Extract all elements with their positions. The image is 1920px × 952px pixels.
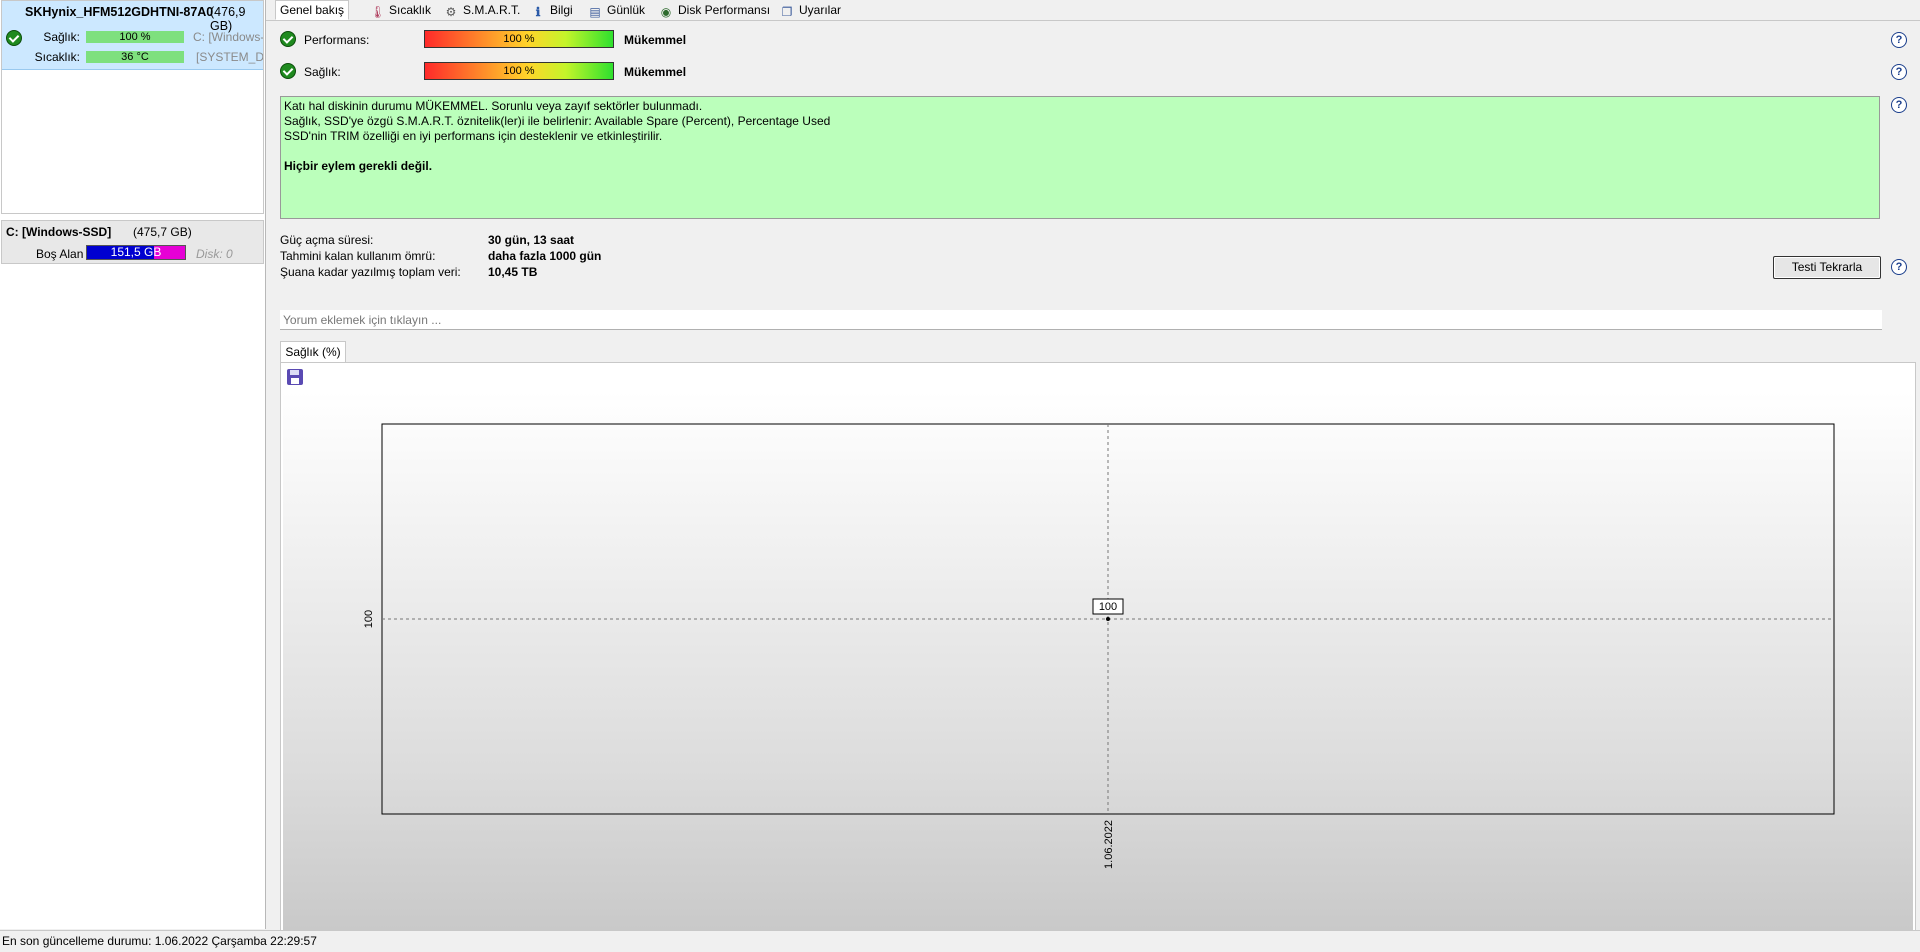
message-line: SSD'nin TRIM özelliği en iyi performans … [284, 129, 663, 143]
tab-temperature[interactable]: 🌡 Sıcaklık [366, 0, 435, 20]
health-ok-icon [280, 63, 296, 79]
retest-button[interactable]: Testi Tekrarla [1773, 256, 1881, 279]
message-line: Katı hal diskinin durumu MÜKEMMEL. Sorun… [284, 99, 703, 113]
health-bar: 100 % [424, 62, 614, 80]
ok-check-icon [6, 30, 22, 46]
partition-name: C: [Windows-SSD] [6, 225, 112, 239]
free-space-value: 151,5 GB [110, 245, 162, 259]
power-on-value: 30 gün, 13 saat [488, 233, 575, 247]
tab-overview[interactable]: Genel bakış [275, 0, 350, 20]
tab-health-chart[interactable]: Sağlık (%) [280, 341, 346, 362]
overview-panel: Performans: 100 % Mükemmel ? Sağlık: 100… [266, 21, 1920, 935]
tab-temperature-label: Sıcaklık [389, 3, 432, 17]
performance-help-icon[interactable]: ? [1891, 32, 1907, 48]
lifetime-value: daha fazla 1000 gün [488, 249, 602, 263]
x-tick-label: 1.06.2022 [1103, 820, 1115, 869]
partition-size: (475,7 GB) [133, 225, 192, 239]
save-icon[interactable] [287, 369, 303, 385]
tab-log[interactable]: ▤ Günlük [584, 0, 649, 20]
disk-size: (476,9 GB) [210, 5, 246, 33]
retest-help-icon[interactable]: ? [1891, 259, 1907, 275]
tab-disk-performance[interactable]: ◉ Disk Performansı [655, 0, 774, 20]
comment-input[interactable]: Yorum eklemek için tıklayın ... [280, 310, 1882, 330]
performance-status: Mükemmel [624, 33, 687, 47]
data-point [1106, 617, 1110, 621]
written-label: Şuana kadar yazılmış toplam veri: [280, 265, 461, 279]
speedometer-icon: ◉ [660, 5, 672, 19]
tab-bar: Genel bakış 🌡 Sıcaklık ⚙ S.M.A.R.T. ℹ Bilgi… [266, 0, 1920, 21]
performance-value: 100 % [503, 33, 535, 45]
tab-alerts-label: Uyarılar [799, 3, 842, 17]
free-space-bar: 151,5 GB [86, 245, 186, 260]
tab-log-label: Günlük [607, 3, 646, 17]
status-message-box: Katı hal diskinin durumu MÜKEMMEL. Sorun… [280, 96, 1880, 219]
log-icon: ▤ [589, 5, 601, 19]
disk-partition-c: C: [Windows- [193, 30, 263, 44]
info-icon: ℹ [535, 5, 541, 19]
disk-partition-system: [SYSTEM_DRV [196, 50, 263, 64]
tab-info[interactable]: ℹ Bilgi [527, 0, 577, 20]
disk-name: SKHynix_HFM512GDHTNI-87A0 [25, 5, 214, 19]
tab-smart[interactable]: ⚙ S.M.A.R.T. [440, 0, 524, 20]
free-space-label: Boş Alan [36, 247, 84, 261]
written-value: 10,45 TB [488, 265, 538, 279]
partition-card[interactable]: C: [Windows-SSD] (475,7 GB) Boş Alan 151… [1, 220, 264, 264]
chart-background: 100 100 1.06.2022 [283, 391, 1913, 930]
disk-index: Disk: 0 [196, 247, 233, 261]
disk-temp-label: Sıcaklık: [34, 50, 80, 64]
y-tick-label: 100 [363, 610, 375, 628]
health-value: 100 % [503, 65, 535, 77]
point-label: 100 [1099, 601, 1117, 613]
health-chart: 100 100 1.06.2022 [363, 423, 1835, 869]
power-on-label: Güç açma süresi: [280, 233, 374, 247]
disk-temp-bar: 36 °C [86, 51, 184, 63]
message-help-icon[interactable]: ? [1891, 97, 1907, 113]
health-help-icon[interactable]: ? [1891, 64, 1907, 80]
disk-list-panel: SKHynix_HFM512GDHTNI-87A0 (476,9 GB) Sağ… [0, 0, 266, 929]
health-chart-panel: 100 100 1.06.2022 [280, 362, 1916, 935]
tab-smart-label: S.M.A.R.T. [463, 3, 521, 17]
smart-icon: ⚙ [445, 5, 457, 19]
disk-card[interactable]: SKHynix_HFM512GDHTNI-87A0 (476,9 GB) Sağ… [1, 0, 264, 214]
lifetime-label: Tahmini kalan kullanım ömrü: [280, 249, 436, 263]
disk-health-bar: 100 % [86, 31, 184, 43]
performance-bar: 100 % [424, 30, 614, 48]
status-bar: En son güncelleme durumu: 1.06.2022 Çarş… [0, 930, 1920, 952]
tab-disk-performance-label: Disk Performansı [678, 3, 771, 17]
health-label: Sağlık: [304, 65, 341, 79]
message-action: Hiçbir eylem gerekli değil. [284, 159, 433, 173]
tab-overview-label: Genel bakış [280, 3, 345, 17]
message-line: Sağlık, SSD'ye özgü S.M.A.R.T. öznitelik… [284, 114, 831, 128]
thermometer-icon: 🌡 [370, 5, 386, 19]
performance-label: Performans: [304, 33, 370, 47]
performance-ok-icon [280, 31, 296, 47]
tab-info-label: Bilgi [550, 3, 573, 17]
alerts-icon: ❐ [781, 5, 793, 19]
health-status: Mükemmel [624, 65, 687, 79]
tab-alerts[interactable]: ❐ Uyarılar [776, 0, 845, 20]
disk-health-label: Sağlık: [43, 30, 80, 44]
